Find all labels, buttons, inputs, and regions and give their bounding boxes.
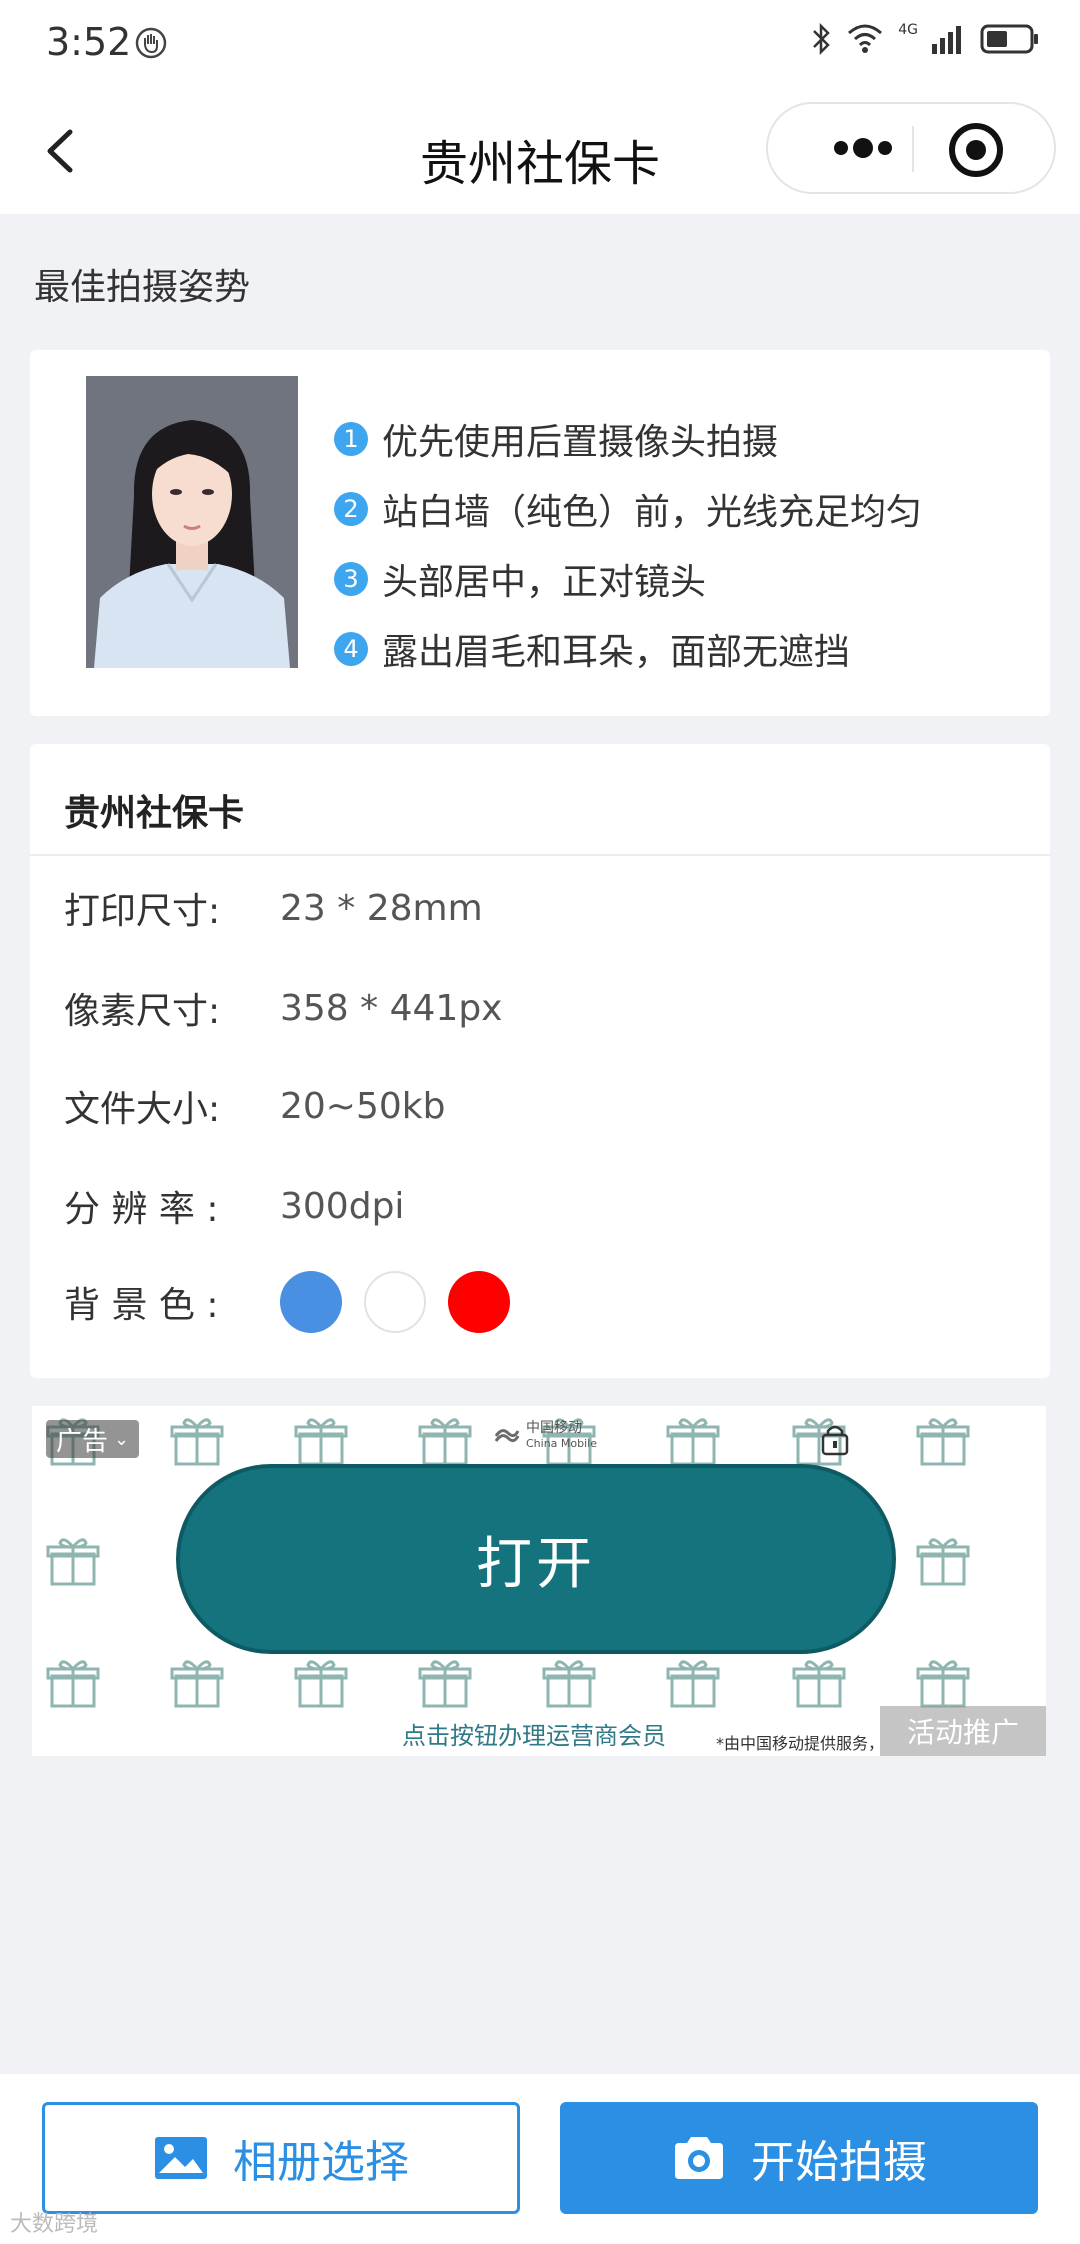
- brand-cn: 中国移动: [526, 1420, 582, 1436]
- spec-label: 像素尺寸:: [64, 991, 221, 1032]
- tip-text: 站白墙（纯色）前，光线充足均匀: [382, 492, 923, 533]
- tip-number-badge: 1: [334, 422, 368, 456]
- gift-icon: [418, 1660, 472, 1708]
- start-shooting-label: 开始拍摄: [751, 2137, 927, 2188]
- tip-number-badge: 4: [334, 632, 368, 666]
- ad-note: *由中国移动提供服务，: [716, 1734, 885, 1753]
- tip-text: 优先使用后置摄像头拍摄: [382, 422, 779, 463]
- spec-row-file-size: 文件大小: 20~50kb: [64, 1076, 445, 1136]
- photo-spec-card: 贵州社保卡 打印尺寸: 23 * 28mm 像素尺寸: 358 * 441px …: [30, 744, 1050, 1378]
- spec-value: 300dpi: [280, 1185, 405, 1227]
- signal-icon: [932, 26, 961, 54]
- bottom-action-bar: 相册选择 开始拍摄: [0, 2074, 1080, 2244]
- gift-icon: [916, 1418, 970, 1466]
- image-icon: [155, 2137, 207, 2179]
- network-type: 4G: [898, 22, 918, 38]
- china-mobile-logo-icon: [494, 1429, 520, 1443]
- close-target-icon[interactable]: [946, 122, 1006, 178]
- spec-label: 文件大小:: [64, 1089, 221, 1130]
- ad-tag-label: 广告: [56, 1426, 109, 1457]
- album-select-label: 相册选择: [233, 2137, 409, 2188]
- sample-portrait-image: [86, 376, 298, 668]
- ad-banner[interactable]: 广告 ⌄ 中国移动 China Mobile 打开 点击按钮办理运营商会员 *由…: [32, 1406, 1046, 1756]
- posture-tips-list: 1 优先使用后置摄像头拍摄 2 站白墙（纯色）前，光线充足均匀 3 头部居中，正…: [334, 404, 922, 684]
- camera-icon: [675, 2137, 723, 2179]
- bluetooth-icon: [813, 22, 831, 56]
- list-item: 1 优先使用后置摄像头拍摄: [334, 404, 922, 474]
- divider: [30, 854, 1050, 856]
- gift-icon: [792, 1660, 846, 1708]
- spec-row-pixel-size: 像素尺寸: 358 * 441px: [64, 978, 502, 1038]
- tip-text: 露出眉毛和耳朵，面部无遮挡: [382, 632, 851, 673]
- bg-color-red-swatch[interactable]: [448, 1271, 510, 1333]
- ad-tag[interactable]: 广告 ⌄: [46, 1420, 140, 1458]
- spec-value: 20~50kb: [280, 1085, 446, 1127]
- navigation-bar: 贵州社保卡: [0, 88, 1080, 214]
- list-item: 4 露出眉毛和耳朵，面部无遮挡: [334, 614, 922, 684]
- status-bar: 3:52 4G: [0, 0, 1080, 88]
- list-item: 2 站白墙（纯色）前，光线充足均匀: [334, 474, 922, 544]
- spec-value: 358 * 441px: [280, 987, 503, 1029]
- china-mobile-logo: 中国移动 China Mobile: [494, 1420, 597, 1452]
- album-select-button[interactable]: 相册选择: [42, 2102, 520, 2214]
- gift-icon: [418, 1418, 472, 1466]
- status-time: 3:52: [46, 20, 132, 64]
- list-item: 3 头部居中，正对镜头: [334, 544, 922, 614]
- gift-icon: [916, 1660, 970, 1708]
- chevron-down-icon: ⌄: [114, 1428, 130, 1450]
- tip-number-badge: 2: [334, 492, 368, 526]
- tip-number-badge: 3: [334, 562, 368, 596]
- spec-card-title: 贵州社保卡: [64, 793, 245, 834]
- battery-icon: [980, 24, 1038, 54]
- gift-icon: [542, 1660, 596, 1708]
- spec-value: 23 * 28mm: [280, 887, 483, 929]
- tip-text: 头部居中，正对镜头: [382, 562, 707, 603]
- bg-color-blue-swatch[interactable]: [280, 1271, 342, 1333]
- capsule-divider: [912, 126, 914, 172]
- gift-icon: [170, 1660, 224, 1708]
- spec-label: 打印尺寸:: [64, 891, 221, 932]
- start-shooting-button[interactable]: 开始拍摄: [560, 2102, 1038, 2214]
- gift-icon: [294, 1418, 348, 1466]
- brand-en: China Mobile: [526, 1437, 598, 1450]
- gift-icon: [46, 1660, 100, 1708]
- watermark: 大数跨境: [10, 2212, 99, 2237]
- gift-icon: [666, 1418, 720, 1466]
- ad-open-button[interactable]: 打开: [176, 1464, 896, 1654]
- bg-color-white-swatch[interactable]: [364, 1271, 426, 1333]
- gift-icon: [294, 1660, 348, 1708]
- hand-icon: [135, 27, 167, 59]
- lock-icon: [821, 1425, 849, 1456]
- gift-icon: [170, 1418, 224, 1466]
- gift-icon: [916, 1538, 970, 1586]
- spec-label: 背 景 色 :: [64, 1285, 219, 1326]
- spec-row-resolution: 分 辨 率 : 300dpi: [64, 1176, 404, 1236]
- wifi-icon: [848, 24, 883, 53]
- ad-promo-label: 活动推广: [880, 1706, 1046, 1756]
- posture-card: 1 优先使用后置摄像头拍摄 2 站白墙（纯色）前，光线充足均匀 3 头部居中，正…: [30, 350, 1050, 716]
- posture-section-title: 最佳拍摄姿势: [34, 267, 251, 308]
- ad-caption: 点击按钮办理运营商会员: [402, 1722, 666, 1750]
- miniprogram-capsule: [766, 102, 1056, 194]
- spec-row-background-color: 背 景 色 :: [64, 1271, 532, 1333]
- spec-label: 分 辨 率 :: [64, 1189, 219, 1230]
- gift-icon: [46, 1538, 100, 1586]
- gift-icon: [666, 1660, 720, 1708]
- spec-row-print-size: 打印尺寸: 23 * 28mm: [64, 878, 483, 938]
- more-icon[interactable]: [808, 104, 918, 192]
